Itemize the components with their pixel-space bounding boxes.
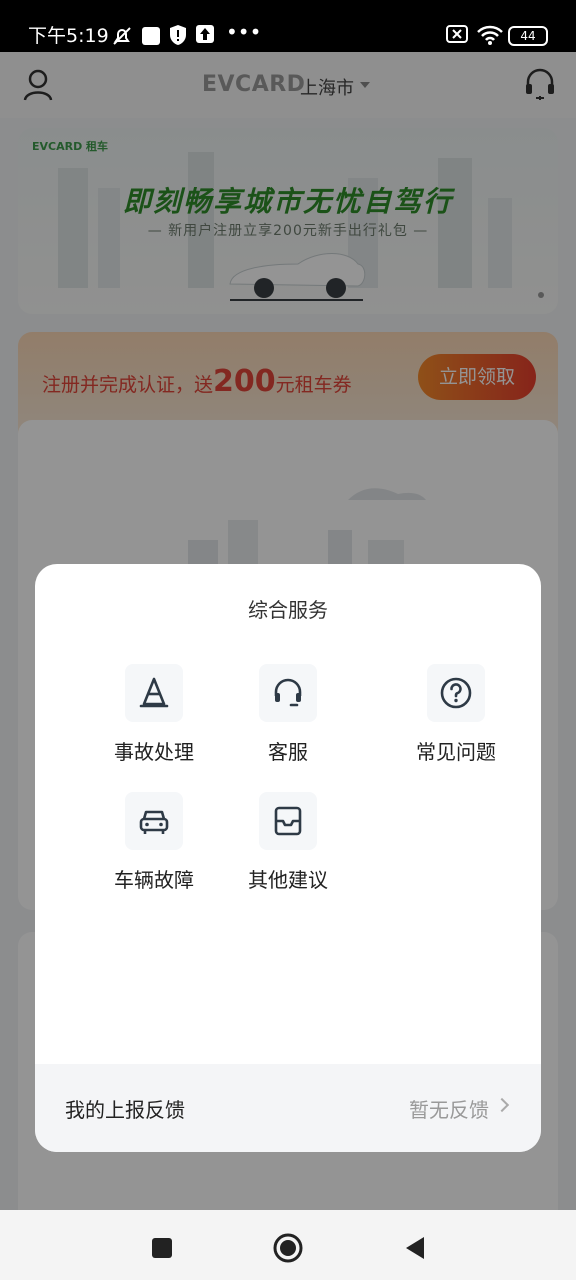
app-notification-icon [142,27,160,45]
service-label: 其他建议 [248,868,328,892]
home-button[interactable] [268,1228,308,1268]
back-button[interactable] [394,1228,434,1268]
service-label: 常见问题 [416,740,496,764]
service-vehicle-fault[interactable]: 车辆故障 [85,792,225,902]
wifi-icon [476,24,504,53]
service-customer-support[interactable]: 客服 [219,664,359,774]
battery-indicator: 44 [508,26,548,46]
chevron-right-icon [494,1097,510,1113]
status-time: 下午5:19 [28,25,109,47]
service-label: 客服 [268,740,308,764]
traffic-cone-icon [125,664,183,722]
sim-missing-icon [446,24,468,51]
service-modal: 综合服务 事故处理 客服 常见问题 车辆故障 其他建议 我的上报反馈 暂无反馈 [35,564,541,1152]
my-feedback-row[interactable]: 我的上报反馈 暂无反馈 [35,1064,541,1152]
upload-icon [196,24,214,51]
service-suggestion[interactable]: 其他建议 [219,792,359,902]
more-icon: ••• [226,20,262,44]
car-icon [125,792,183,850]
shield-alert-icon [168,24,188,53]
headset-icon [259,664,317,722]
service-label: 车辆故障 [114,868,194,892]
service-label: 事故处理 [114,740,194,764]
status-bar: 下午5:19 ••• 44 [0,0,576,52]
system-navigation-bar [0,1210,576,1280]
notification-muted-icon [110,24,134,55]
modal-title: 综合服务 [248,598,328,622]
service-faq[interactable]: 常见问题 [387,664,527,774]
recent-apps-button[interactable] [142,1228,182,1268]
inbox-icon [259,792,317,850]
feedback-status: 暂无反馈 [409,1098,489,1122]
my-feedback-label: 我的上报反馈 [65,1098,185,1122]
service-accident[interactable]: 事故处理 [85,664,225,774]
question-circle-icon [427,664,485,722]
